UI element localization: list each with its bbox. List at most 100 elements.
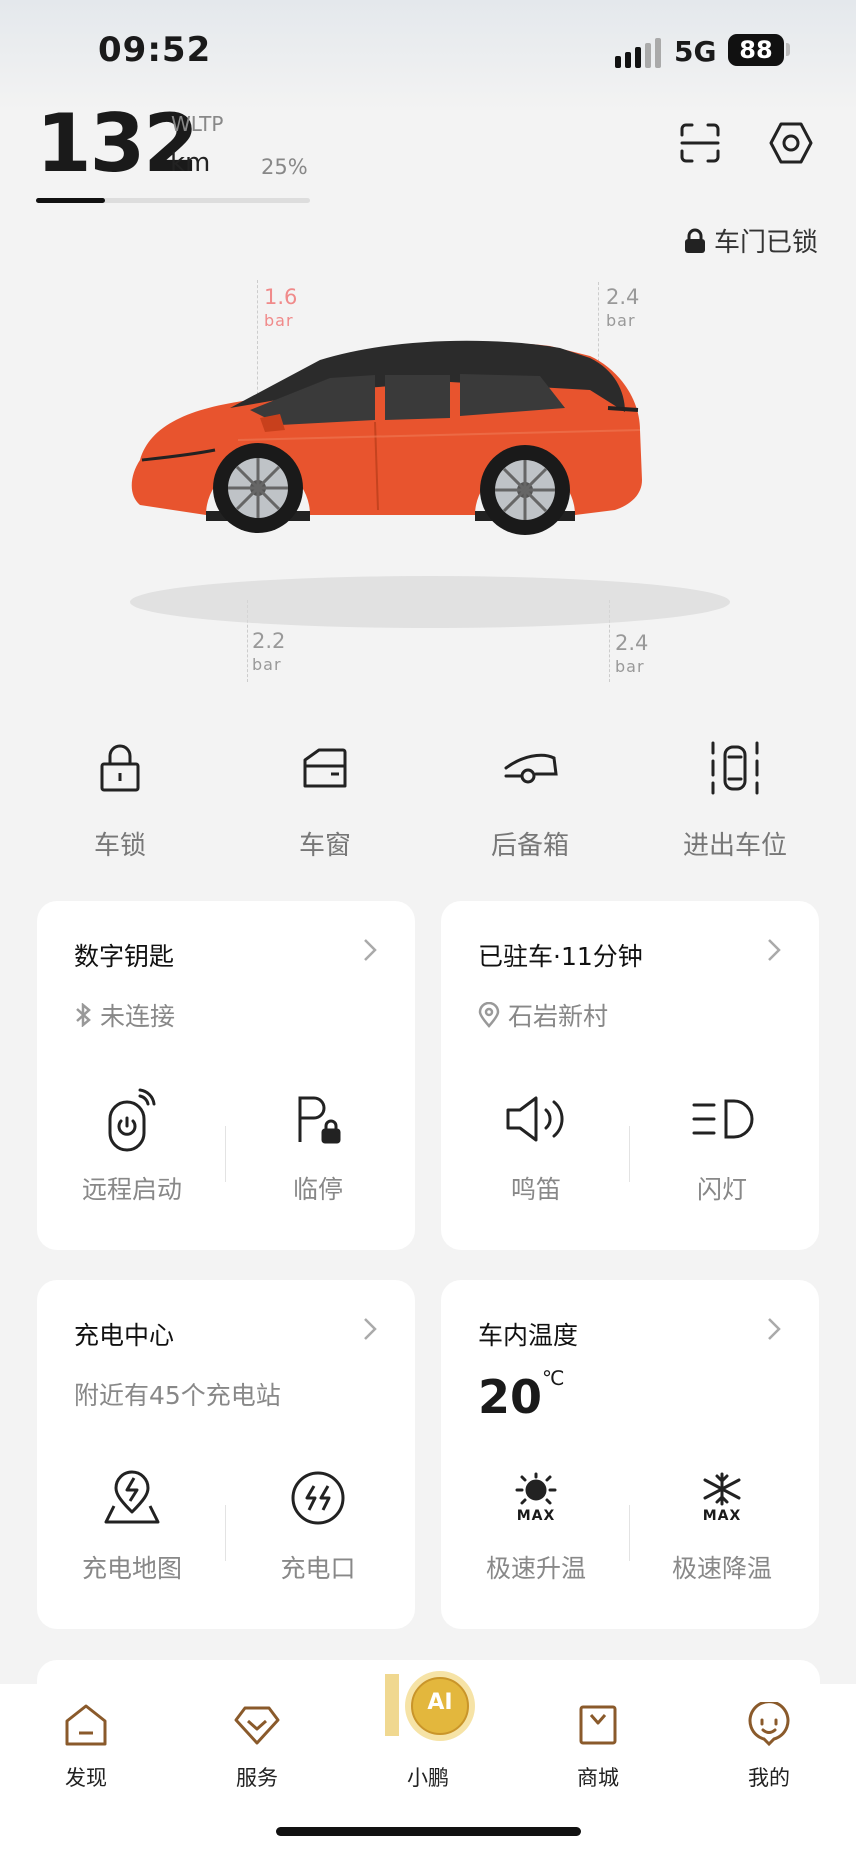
range-progress-track	[36, 198, 310, 203]
quick-action-label: 车锁	[93, 831, 146, 861]
charging-map-button[interactable]: 充电地图	[57, 1463, 207, 1585]
battery-tip	[786, 43, 790, 56]
max-cool-icon	[703, 1472, 741, 1506]
quick-action-label: 后备箱	[490, 831, 569, 861]
horn-button[interactable]: 鸣笛	[461, 1084, 611, 1206]
parking-status-card[interactable]: 已驻车·11分钟 石岩新村 鸣笛 闪灯	[441, 901, 819, 1250]
charge-port-button[interactable]: 充电口	[243, 1463, 393, 1585]
range-progress-fill	[36, 198, 105, 203]
temperature-unit: ℃	[542, 1366, 565, 1390]
car-image[interactable]	[120, 330, 740, 650]
tire-value: 1.6	[264, 285, 298, 309]
divider	[225, 1126, 226, 1182]
scan-button[interactable]	[672, 115, 728, 171]
temperature-value: 20	[478, 1370, 543, 1424]
padlock-icon	[684, 228, 705, 253]
quick-action-parking[interactable]: 进出车位	[665, 735, 805, 862]
digital-key-card[interactable]: 数字钥匙 未连接 远程启动 临停	[37, 901, 415, 1250]
bluetooth-icon	[76, 1003, 91, 1027]
settings-button[interactable]	[763, 115, 819, 171]
tab-label: 发现	[65, 1766, 107, 1790]
tab-service[interactable]: 服务	[197, 1700, 317, 1792]
action-label: 充电地图	[81, 1554, 182, 1583]
charging-map-icon	[104, 1470, 160, 1524]
tab-profile[interactable]: 我的	[709, 1700, 829, 1792]
card-title: 车内温度	[478, 1321, 579, 1350]
divider	[629, 1505, 630, 1561]
tab-shop[interactable]: 商城	[538, 1700, 658, 1792]
status-time: 09:52	[98, 30, 212, 70]
quick-action-lock[interactable]: 车锁	[50, 735, 190, 862]
tab-label: 小鹏	[407, 1766, 449, 1790]
action-label: 充电口	[280, 1554, 356, 1583]
key-status-text: 未连接	[100, 1002, 176, 1031]
chevron-right-icon	[364, 1318, 377, 1340]
quick-action-trunk[interactable]: 后备箱	[460, 735, 600, 862]
network-type: 5G	[674, 35, 717, 68]
scan-icon	[680, 123, 720, 163]
shop-icon	[579, 1705, 617, 1745]
quick-action-window[interactable]: 车窗	[255, 735, 395, 862]
temporary-parking-button[interactable]: 临停	[243, 1084, 393, 1206]
tab-label: 我的	[748, 1766, 790, 1790]
rear-wheel	[480, 445, 570, 535]
tire-pressure-rear-left[interactable]: 2.4 bar	[606, 286, 639, 332]
divider	[629, 1126, 630, 1182]
tab-label: 商城	[577, 1766, 619, 1790]
location-text: 石岩新村	[508, 1002, 609, 1031]
card-title: 充电中心	[74, 1321, 175, 1350]
tire-value: 2.4	[606, 285, 640, 309]
flash-lights-button[interactable]: 闪灯	[647, 1084, 797, 1206]
location-pin-icon	[478, 1002, 500, 1028]
tire-unit: bar	[615, 657, 645, 676]
action-label: 极速升温	[485, 1554, 586, 1583]
cabin-temperature-card[interactable]: 车内温度 20℃ MAX 极速升温 MAX 极速降温	[441, 1280, 819, 1629]
charging-center-card[interactable]: 充电中心 附近有45个充电站 充电地图 充电口	[37, 1280, 415, 1629]
action-label: 远程启动	[81, 1175, 182, 1204]
action-label: 临停	[292, 1175, 343, 1204]
divider	[225, 1505, 226, 1561]
tire-unit: bar	[252, 655, 282, 674]
max-cool-button[interactable]: MAX 极速降温	[647, 1463, 797, 1585]
trunk-icon	[504, 753, 558, 784]
home-icon	[65, 1704, 107, 1746]
tab-xiaopeng[interactable]: 小鹏	[368, 1700, 488, 1792]
horn-icon	[506, 1096, 564, 1142]
remote-start-icon	[108, 1088, 156, 1152]
chevron-right-icon	[768, 1318, 781, 1340]
tab-discover[interactable]: 发现	[26, 1700, 146, 1792]
remote-start-button[interactable]: 远程启动	[57, 1084, 207, 1206]
card-title: 数字钥匙	[74, 942, 175, 971]
parking-location: 石岩新村	[478, 997, 608, 1033]
status-bar: 09:52 5G 88	[0, 28, 856, 78]
range-unit: km	[170, 148, 211, 178]
battery-icon: 88	[728, 34, 784, 66]
temporary-parking-icon	[298, 1096, 341, 1144]
parking-exit-icon	[711, 741, 759, 795]
max-heat-button[interactable]: MAX 极速升温	[461, 1463, 611, 1585]
nearby-stations-text: 附近有45个充电站	[74, 1381, 281, 1410]
charge-port-icon	[291, 1471, 345, 1525]
signal-icon	[615, 38, 663, 68]
battery-level: 88	[739, 36, 773, 64]
profile-icon	[748, 1702, 790, 1747]
tab-label: 服务	[236, 1766, 278, 1790]
cabin-temperature: 20℃	[478, 1366, 564, 1424]
flash-lights-icon	[692, 1099, 754, 1139]
door-lock-label: 车门已锁	[713, 228, 818, 258]
max-heat-icon	[515, 1472, 557, 1505]
front-wheel	[213, 443, 303, 533]
range-standard: WLTP	[171, 112, 224, 136]
door-lock-status[interactable]: 车门已锁	[684, 222, 818, 259]
max-badge: MAX	[516, 1508, 556, 1524]
action-label: 鸣笛	[510, 1175, 561, 1204]
max-badge: MAX	[702, 1508, 742, 1524]
window-icon	[303, 748, 347, 788]
car-illustration	[130, 340, 730, 628]
tire-pressure-front-left[interactable]: 1.6 bar	[264, 286, 297, 332]
home-indicator[interactable]	[276, 1827, 581, 1836]
key-connection-status: 未连接	[74, 997, 175, 1033]
range-display[interactable]: 132 WLTP km 25%	[36, 100, 316, 210]
tire-unit: bar	[264, 311, 294, 330]
action-label: 极速降温	[671, 1554, 772, 1583]
